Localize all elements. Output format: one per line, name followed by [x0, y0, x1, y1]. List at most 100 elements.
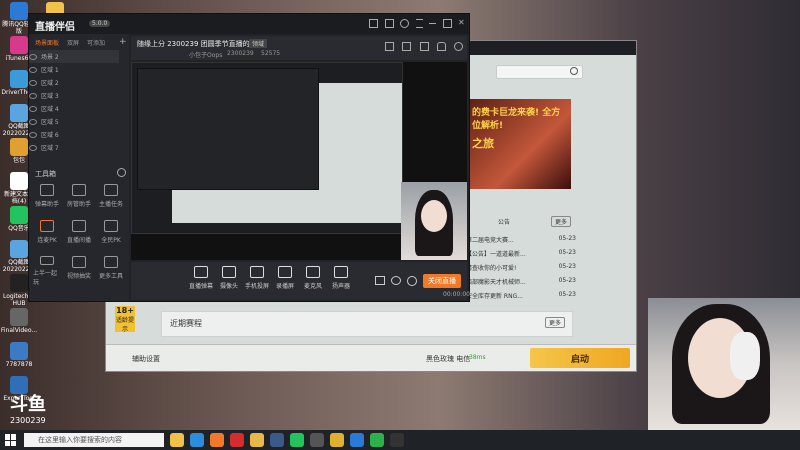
scene-item[interactable]: 区域 5 — [29, 115, 119, 128]
eye-icon[interactable] — [29, 118, 37, 125]
toolbox-item[interactable]: 房管助手 — [65, 184, 93, 214]
assist-settings-button[interactable]: 辅助设置 — [132, 354, 160, 364]
news-item[interactable]: 第二届电竞大赛... 05-23 — [466, 235, 576, 248]
taskbar-search[interactable]: 在这里输入你要搜索的内容 — [24, 433, 164, 447]
scene-item[interactable]: 场景 2 — [29, 50, 119, 63]
eye-icon[interactable] — [391, 276, 401, 285]
eye-icon[interactable] — [29, 53, 37, 60]
stream-title[interactable]: 随缘上分 2300239 团圆季节直播的包包 — [137, 39, 264, 49]
menu-icon[interactable] — [415, 19, 423, 28]
settings-icon[interactable] — [400, 19, 409, 28]
chrome-icon[interactable] — [250, 433, 264, 447]
edge-icon[interactable] — [190, 433, 204, 447]
stop-live-button[interactable]: 关闭直播 — [423, 274, 461, 288]
eye-icon[interactable] — [29, 79, 37, 86]
scene-item[interactable]: 区域 7 — [29, 141, 119, 154]
lock-icon[interactable] — [419, 42, 429, 51]
toolbox-item[interactable]: 连麦PK — [33, 220, 61, 250]
toolbox-item[interactable]: 弹幕助手 — [33, 184, 61, 214]
sidebar-tab[interactable]: 可添加 — [87, 38, 105, 48]
sidebar-tab[interactable]: 双屏 — [67, 38, 79, 48]
news-more-button[interactable]: 更多 — [551, 216, 572, 227]
preview-webcam — [401, 182, 467, 260]
launcher-footer: 辅助设置 黑色玫瑰 电信 38ms 启动 — [106, 344, 636, 371]
qq-icon[interactable] — [350, 433, 364, 447]
lottery-icon — [72, 256, 86, 268]
window-controls[interactable]: ✕ — [369, 19, 465, 29]
scene-item[interactable]: 区域 2 — [29, 76, 119, 89]
toolbox-item-label: 弹幕助手 — [34, 201, 59, 208]
app-icon — [10, 104, 28, 122]
screen-icon[interactable] — [375, 276, 385, 285]
scene-item[interactable]: 区域 1 — [29, 63, 119, 76]
game-icon[interactable] — [330, 433, 344, 447]
desktop-icon-label: QQ音乐 — [8, 225, 30, 232]
sidebar-tab[interactable]: 场景面板 — [35, 38, 59, 48]
scene-list: 场景 2 区域 1 区域 2 区域 3 区域 4 区域 5 区域 6 区域 7 — [29, 50, 129, 154]
control-button[interactable]: 直播弹幕 — [189, 266, 213, 296]
mail-icon[interactable] — [384, 19, 394, 28]
control-button[interactable]: 麦克风 — [301, 266, 325, 296]
close-icon[interactable]: ✕ — [458, 19, 465, 27]
file-explorer-icon[interactable] — [170, 433, 184, 447]
bag-icon[interactable] — [402, 42, 412, 51]
app-titlebar: 直播伴侣 5.0.0 ✕ — [29, 14, 469, 34]
eye-icon[interactable] — [29, 66, 37, 73]
wechat-icon[interactable] — [370, 433, 384, 447]
camera-icon[interactable] — [390, 433, 404, 447]
qq-music-icon[interactable] — [290, 433, 304, 447]
desktop-icon[interactable]: 7787878 — [2, 342, 36, 378]
control-button[interactable]: 录播屏 — [273, 266, 297, 296]
desktop-icon[interactable]: FinalVideo... — [1, 308, 37, 344]
toolbox-item[interactable]: 主播任务 — [97, 184, 125, 214]
streamer-name: 小包子Oops — [189, 52, 223, 59]
news-item[interactable]: 请查收你的小可爱! 05-23 — [466, 263, 576, 276]
eye-icon[interactable] — [29, 131, 37, 138]
control-button[interactable]: 扬声器 — [329, 266, 353, 296]
skin-icon[interactable] — [369, 19, 378, 28]
app-icon — [10, 172, 28, 190]
stream-preview[interactable] — [131, 62, 467, 260]
news-tab[interactable]: 公告 — [498, 217, 510, 226]
gear-icon[interactable] — [407, 276, 417, 286]
header-actions[interactable] — [385, 42, 463, 52]
toolbox-item[interactable]: 更多工具 — [97, 256, 125, 286]
add-scene-icon[interactable]: + — [119, 37, 127, 47]
eye-icon[interactable] — [29, 92, 37, 99]
scene-item[interactable]: 区域 3 — [29, 89, 119, 102]
streaming-app-window[interactable]: 直播伴侣 5.0.0 ✕ 场景面板 双屏 可添加 + 场景 2 区域 1 区域 2 区域 … — [28, 13, 470, 302]
maximize-icon[interactable] — [442, 19, 452, 28]
control-button[interactable]: 手机投屏 — [245, 266, 269, 296]
douyu-app-icon[interactable] — [210, 433, 224, 447]
launcher-banner[interactable]: 的费卡巨龙来袭! 全方位解析! 之旅 — [466, 99, 571, 189]
scene-label: 区域 1 — [41, 67, 59, 74]
toolbox-item[interactable]: 直播间播 — [65, 220, 93, 250]
scene-item[interactable]: 区域 4 — [29, 102, 119, 115]
title-tag[interactable]: 领域 — [249, 39, 268, 48]
launch-game-button[interactable]: 启动 — [530, 348, 630, 368]
start-icon[interactable] — [5, 434, 17, 446]
server-status[interactable]: 黑色玫瑰 电信 — [426, 354, 470, 364]
bell-icon[interactable] — [436, 42, 446, 51]
toolbox-item[interactable]: 视频抽奖 — [65, 256, 93, 286]
task-icon — [104, 184, 118, 196]
recent-more-button[interactable]: 更多 — [545, 317, 566, 328]
share-icon[interactable] — [454, 42, 463, 51]
news-title: 请查收你的小可爱! — [466, 265, 517, 272]
control-button[interactable]: 摄像头 — [217, 266, 241, 296]
eye-icon[interactable] — [29, 144, 37, 151]
netease-music-icon[interactable] — [230, 433, 244, 447]
obs-icon[interactable] — [310, 433, 324, 447]
gift-icon[interactable] — [385, 42, 394, 51]
news-item[interactable]: 西部魔影天才机械师... 05-23 — [466, 277, 576, 290]
toolbox-settings-icon[interactable] — [117, 168, 126, 177]
news-item[interactable]: 安全库存更新 RNG... 05-23 — [466, 291, 576, 304]
toolbox-item[interactable]: 上半一起玩 — [33, 256, 61, 286]
minimize-icon[interactable] — [429, 19, 436, 24]
scene-item[interactable]: 区域 6 — [29, 128, 119, 141]
eye-icon[interactable] — [29, 105, 37, 112]
news-item[interactable]: 【公告】一道道最新... 05-23 — [466, 249, 576, 262]
steam-icon[interactable] — [270, 433, 284, 447]
search-icon[interactable] — [570, 67, 578, 75]
toolbox-item[interactable]: 全民PK — [97, 220, 125, 250]
